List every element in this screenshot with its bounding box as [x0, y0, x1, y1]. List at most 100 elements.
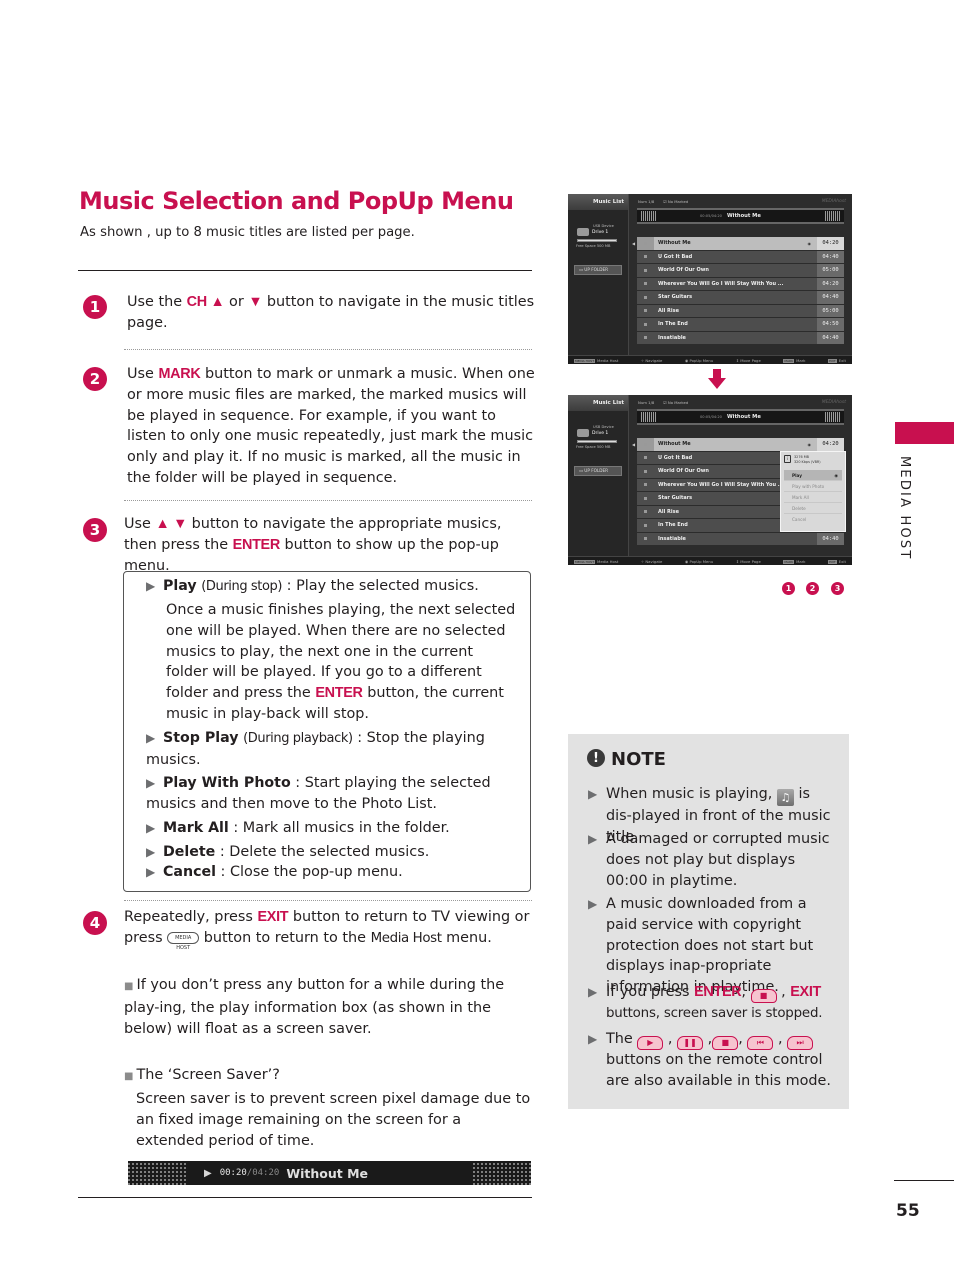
enter-key: ENTER — [694, 984, 742, 1000]
track-title: Insatiable — [658, 334, 686, 341]
caret-left-icon: ◀ — [632, 442, 636, 447]
up-folder-button[interactable]: ▭ UP FOLDER — [574, 265, 622, 275]
text: When music is playing, — [606, 786, 777, 802]
checkbox[interactable] — [637, 465, 654, 478]
drive-row: Drive 1 — [577, 429, 628, 437]
dot-pattern-right — [473, 1161, 531, 1185]
checkbox[interactable] — [637, 452, 654, 465]
popup-option-delete[interactable]: Delete — [784, 503, 842, 514]
track-title: Wherever You Will Go I Will Stay With Yo… — [658, 280, 784, 287]
screensaver-bullet-2-body: Screen saver is to prevent screen pixel … — [136, 1091, 531, 1149]
exclamation-icon: ! — [587, 749, 605, 767]
track-row[interactable]: Wherever You Will Go I Will Stay With Yo… — [637, 277, 844, 291]
footer-exit: EXIT Exit — [828, 357, 846, 363]
checkbox[interactable] — [637, 264, 654, 277]
checkbox[interactable] — [637, 237, 654, 250]
track-row[interactable]: Star Guitars 04:40 — [637, 291, 844, 305]
track-row[interactable]: U Got It Bad 04:40 — [637, 250, 844, 264]
checkbox[interactable] — [637, 332, 654, 345]
track-title: World Of Our Own — [658, 267, 709, 274]
text: , — [663, 1031, 678, 1047]
free-space-bar — [577, 440, 617, 443]
checkbox[interactable] — [637, 318, 654, 331]
track-row[interactable]: Insatiable 04:40 — [637, 532, 844, 546]
dot-pattern — [825, 211, 840, 221]
checkbox[interactable] — [637, 492, 654, 505]
footer-mark: MARK Mark — [783, 558, 806, 564]
usb-icon — [577, 228, 589, 236]
playing-icon: ◉ — [807, 240, 812, 246]
marked-text: No Marked — [667, 400, 689, 405]
checkbox[interactable] — [637, 291, 654, 304]
popup-item-stop-play: ▶ Stop Play (During playback) : Stop the … — [146, 728, 486, 771]
up-folder-button[interactable]: ▭ UP FOLDER — [574, 466, 622, 476]
panel-title: Music List — [568, 194, 628, 210]
tv-popup-menu: i 3276 MB 320 Kbps (VBR) Play ◉ Play with P… — [780, 451, 846, 532]
track-row[interactable]: All Rise 05:00 — [637, 304, 844, 318]
footer-navigate: ✧ Navigate — [640, 357, 663, 363]
track-title: Star Guitars — [658, 294, 693, 301]
track-row[interactable]: Without Me ◉ 04:20 — [637, 237, 844, 251]
text: menu. — [441, 929, 492, 946]
footer-mark: MARK Mark — [783, 357, 806, 363]
checkbox[interactable] — [637, 278, 654, 291]
divider — [894, 1180, 954, 1181]
text: , — [776, 984, 791, 1000]
step-marker-3: 3 — [831, 582, 844, 595]
popup-item-delete: ▶ Delete : Delete the selected musics. — [146, 842, 526, 863]
now-playing-bar: 00:05/04:20 Without Me — [637, 208, 844, 224]
checkbox[interactable] — [637, 305, 654, 318]
triangle-bullet-icon: ▶ — [588, 787, 598, 801]
elapsed: 00:20 — [219, 1168, 247, 1178]
text: If you don’t press any button for a whil… — [124, 977, 505, 1037]
track-row[interactable]: Insatiable 04:40 — [637, 331, 844, 345]
text: , — [703, 1031, 713, 1047]
checkbox[interactable] — [637, 533, 654, 546]
checkbox[interactable] — [637, 506, 654, 519]
play-icon: ▶ — [204, 1167, 212, 1179]
triangle-bullet-icon: ▶ — [588, 985, 598, 999]
popup-item-mark-all: ▶ Mark All : Mark all musics in the folde… — [146, 818, 526, 839]
popup-option-play-with-photo[interactable]: Play with Photo — [784, 481, 842, 492]
popup-option-mark-all[interactable]: Mark All — [784, 492, 842, 503]
item-desc: : Delete the selected musics. — [215, 844, 430, 860]
page-number: 55 — [896, 1201, 920, 1221]
footer-media-host: MEDIA HOST Media Host — [574, 357, 619, 363]
checkbox[interactable] — [637, 479, 654, 492]
checkbox[interactable] — [637, 438, 654, 451]
square-bullet-icon: ■ — [124, 981, 134, 992]
footer-popup: ◉ PopUp Menu — [684, 558, 714, 564]
tv-sidebar: Music List USB Device Drive 1 Free Space… — [568, 194, 629, 364]
bitrate: 320 Kbps (VBR) — [794, 460, 821, 464]
track-row[interactable]: In The End 04:50 — [637, 318, 844, 332]
note-item-4: ▶ If you press ENTER, ■ , EXIT buttons, … — [588, 982, 840, 1025]
caret-left-icon: ◀ — [632, 241, 636, 246]
dot-pattern-left — [128, 1161, 186, 1185]
music-note-icon: ♫ — [776, 789, 794, 806]
panel-title: Music List — [568, 395, 628, 411]
track-row[interactable]: World Of Our Own 05:00 — [637, 264, 844, 278]
text: Repeatedly, press — [124, 909, 258, 925]
drive-name: Drive 1 — [592, 229, 609, 235]
section-tab — [895, 422, 954, 444]
track-duration: 04:50 — [817, 318, 844, 331]
triangle-bullet-icon: ▶ — [146, 579, 156, 593]
track-title: Insatiable — [658, 535, 686, 542]
tv-status: Num 1/8 ☑ No Marked MEDIAhost — [630, 395, 852, 407]
triangle-bullet-icon: ▶ — [588, 1032, 598, 1046]
track-row[interactable]: Without Me ◉ 04:20 — [637, 438, 844, 452]
np-title: Without Me — [726, 213, 761, 219]
down-key: ▼ — [248, 294, 263, 310]
popup-option-cancel[interactable]: Cancel — [784, 514, 842, 525]
checkbox[interactable] — [637, 251, 654, 264]
popup-option-play[interactable]: Play ◉ — [784, 470, 842, 481]
info-icon: i — [784, 455, 791, 463]
checkbox[interactable] — [637, 519, 654, 532]
tv-status: Num 1/8 ☑ No Marked MEDIAhost — [630, 194, 852, 206]
stop-button-icon: ■ — [750, 989, 777, 1003]
media-host-logo: MEDIAhost — [821, 400, 846, 405]
track-duration: 05:00 — [817, 304, 844, 317]
footer-exit: EXIT Exit — [828, 558, 846, 564]
mark-key: MARK — [158, 366, 201, 382]
footer-move-page: ⇕ Move Page — [735, 357, 761, 363]
